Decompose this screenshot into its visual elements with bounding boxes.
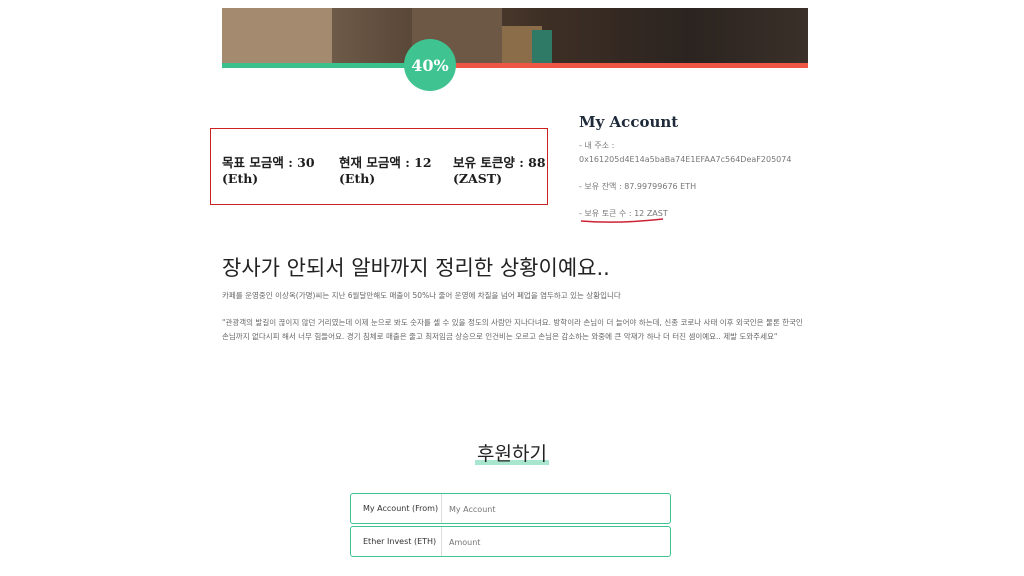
current-amount-unit: (Eth): [339, 171, 376, 186]
donate-section-title: 후원하기: [0, 439, 1024, 466]
current-amount-text: 현재 모금액 : 12: [339, 155, 432, 170]
campaign-headline: 장사가 안되서 알바까지 정리한 상황이예요..: [222, 256, 610, 280]
goal-amount-text: 목표 모금액 : 30: [222, 155, 315, 170]
from-account-input[interactable]: [447, 498, 661, 521]
token-amount-stat: 보유 토큰양 : 88 (ZAST): [453, 155, 546, 187]
token-amount-unit: (ZAST): [453, 171, 502, 186]
from-account-label: My Account (From): [351, 494, 442, 523]
my-account-title: My Account: [579, 113, 679, 131]
ether-invest-row: Ether Invest (ETH): [350, 526, 671, 557]
campaign-summary: 카페를 운영중인 이상옥(가명)씨는 지난 6월달만해도 매출이 50%나 줄어…: [222, 291, 621, 300]
account-address-value: 0x161205d4E14a5baBa74E1EFAA7c564DeaF2050…: [579, 155, 792, 164]
account-address-label: - 내 주소 :: [579, 141, 615, 150]
campaign-quote: "관광객의 발길이 끊이지 않던 거리였는데 이제 눈으로 봐도 숫자를 셀 수…: [222, 318, 803, 341]
goal-amount-unit: (Eth): [222, 171, 259, 186]
ether-invest-label: Ether Invest (ETH): [351, 527, 442, 556]
goal-amount-stat: 목표 모금액 : 30 (Eth): [222, 155, 315, 187]
from-account-row: My Account (From): [350, 493, 671, 524]
campaign-hero-image: [222, 8, 808, 64]
funding-progress-bar: [222, 63, 808, 68]
hero-sign-shape: [532, 30, 552, 64]
progress-percent-badge: 40%: [404, 39, 456, 91]
ether-amount-input[interactable]: [447, 531, 661, 554]
account-balance: - 보유 잔액 : 87.99799676 ETH: [579, 182, 697, 191]
funding-stats-box: 목표 모금액 : 30 (Eth) 현재 모금액 : 12 (Eth) 보유 토…: [210, 128, 548, 205]
token-amount-text: 보유 토큰양 : 88: [453, 155, 546, 170]
token-count-underline: [580, 218, 664, 223]
donate-title-text: 후원하기: [475, 439, 549, 466]
current-amount-stat: 현재 모금액 : 12 (Eth): [339, 155, 432, 187]
hero-shelf-shape: [222, 8, 332, 64]
